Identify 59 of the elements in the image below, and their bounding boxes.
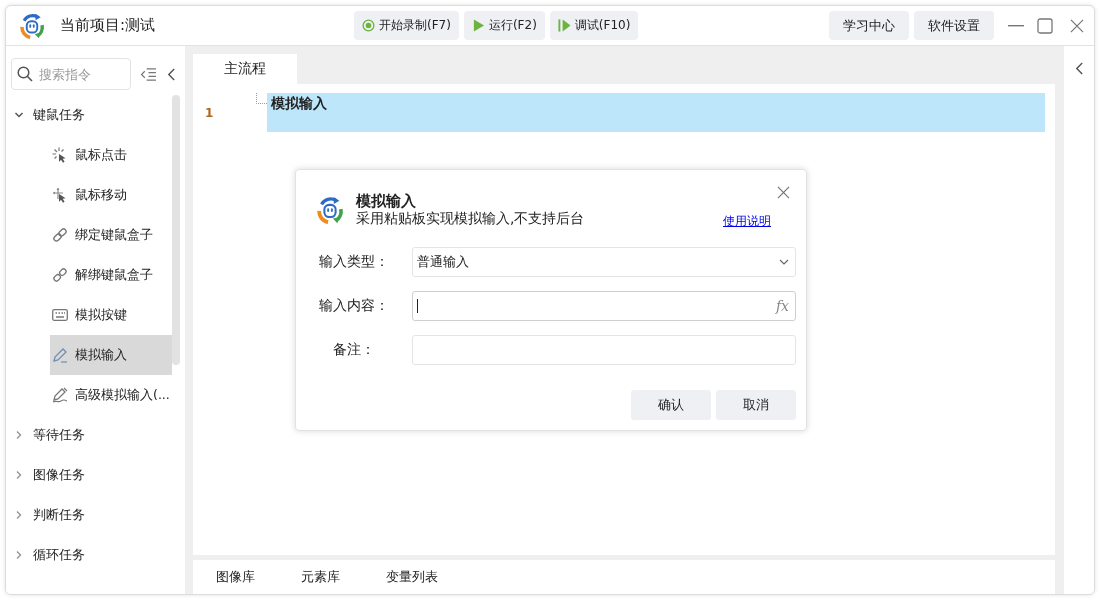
flow-step[interactable]: 模拟输入: [267, 93, 1045, 132]
tree-connector-line: [256, 93, 267, 104]
tree-item[interactable]: 模拟按键: [50, 295, 172, 335]
logo-icon: [18, 11, 46, 40]
scrollbar-thumb[interactable]: [172, 95, 180, 365]
toolbar-button[interactable]: 开始录制(F7): [354, 11, 459, 40]
tree-item[interactable]: 绑定键鼠盒子: [50, 215, 172, 255]
tree-item[interactable]: 鼠标移动: [50, 175, 172, 215]
link-icon: [52, 227, 68, 243]
tree-group[interactable]: 判断任务: [6, 495, 89, 535]
search-icon: [17, 66, 33, 82]
field-label: 输入内容：: [317, 297, 390, 315]
bottom-tab[interactable]: 元素库: [290, 564, 351, 590]
tree-item[interactable]: 模拟输入: [50, 335, 172, 375]
search-field[interactable]: 搜索指令: [11, 58, 131, 90]
bottom-tab[interactable]: 图像库: [205, 564, 266, 590]
chevron-down-icon: [779, 259, 789, 265]
bottom-tab[interactable]: 变量列表: [375, 564, 449, 590]
tree-item[interactable]: 高级模拟输入(...: [50, 375, 172, 415]
formula-button[interactable]: fx: [773, 298, 791, 314]
dropdown-field[interactable]: 普通输入: [412, 247, 796, 277]
close-icon[interactable]: [1070, 18, 1084, 33]
text-cursor-icon: [417, 299, 418, 313]
toolbar-button[interactable]: 运行(F2): [463, 11, 545, 40]
dialog-button[interactable]: 确认: [631, 390, 711, 420]
tree-group[interactable]: 图像任务: [6, 455, 89, 495]
input-field[interactable]: [412, 335, 796, 365]
dialog-title: 模拟输入: [356, 192, 417, 210]
close-icon[interactable]: [777, 186, 790, 199]
broken-link-icon: [52, 267, 68, 283]
collapse-list-icon[interactable]: [140, 67, 157, 81]
tree-group[interactable]: 等待任务: [6, 415, 89, 455]
chevron-left-icon[interactable]: [167, 67, 176, 81]
tree-item[interactable]: 鼠标点击: [50, 135, 172, 175]
dialog-button[interactable]: 取消: [716, 390, 796, 420]
play-icon: [471, 19, 485, 32]
pen-signature-icon: [52, 387, 68, 403]
help-link[interactable]: 使用说明: [723, 213, 771, 230]
minimize-icon[interactable]: [1006, 24, 1026, 27]
dialog-subtitle: 采用粘贴板实现模拟输入,不支持后台: [356, 210, 585, 227]
field-label: 输入类型：: [317, 253, 390, 271]
pen-icon: [52, 347, 68, 363]
tree-group[interactable]: 循环任务: [6, 535, 89, 575]
step-play-icon: [557, 19, 571, 32]
editor-tab[interactable]: 主流程: [193, 54, 297, 84]
maximize-icon[interactable]: [1037, 17, 1053, 34]
field-label: 备注：: [331, 341, 376, 359]
input-field[interactable]: fx: [412, 291, 796, 321]
header-button[interactable]: 学习中心: [829, 11, 909, 40]
header-button[interactable]: 软件设置: [914, 11, 994, 40]
record-icon: [362, 19, 375, 32]
toolbar-button[interactable]: 调试(F10): [549, 11, 639, 40]
chevron-left-icon[interactable]: [1074, 62, 1084, 75]
line-number: 1: [205, 105, 214, 120]
logo-icon: [315, 195, 345, 225]
tree-group[interactable]: 键鼠任务: [6, 95, 89, 135]
tree-item[interactable]: 解绑键鼠盒子: [50, 255, 172, 295]
keyboard-icon: [52, 307, 68, 323]
project-title: 当前项目:测试: [60, 16, 156, 35]
